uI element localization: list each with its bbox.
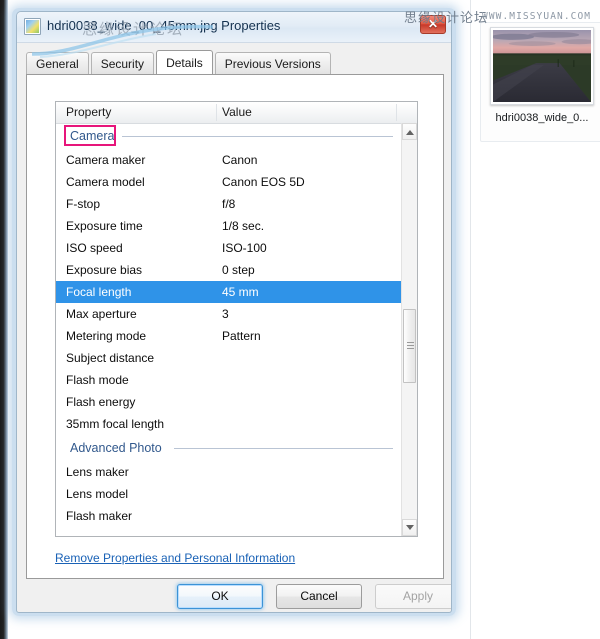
table-row[interactable]: ISO speed ISO-100 (56, 237, 401, 259)
row-property-label: ISO speed (66, 237, 123, 259)
table-row[interactable]: 35mm focal length (56, 413, 401, 435)
row-property-label: Subject distance (66, 347, 154, 369)
table-row[interactable]: Exposure bias 0 step (56, 259, 401, 281)
table-row[interactable]: F-stop f/8 (56, 193, 401, 215)
row-property-label: Metering mode (66, 325, 146, 347)
ok-button[interactable]: OK (177, 584, 263, 609)
row-value-label: 45 mm (222, 281, 259, 303)
row-property-label: F-stop (66, 193, 100, 215)
chevron-down-icon (406, 525, 414, 530)
cancel-button[interactable]: Cancel (276, 584, 362, 609)
details-tab-panel: Property Value CameraCamera makerCanonCa… (26, 74, 444, 579)
properties-dialog: hdri0038_wide_00_45mm.jpg Properties ✕ G… (16, 11, 452, 613)
dialog-title: hdri0038_wide_00_45mm.jpg Properties (47, 18, 280, 33)
group-separator-rule (122, 136, 393, 137)
row-property-label: Exposure time (66, 215, 143, 237)
row-value-label: 0 step (222, 259, 255, 281)
table-row[interactable]: Metering mode Pattern (56, 325, 401, 347)
row-property-label: Camera (70, 123, 114, 149)
row-property-label: Camera maker (66, 149, 145, 171)
row-property-label: Advanced Photo (70, 435, 162, 461)
table-row[interactable]: Flash mode (56, 369, 401, 391)
close-icon: ✕ (421, 16, 445, 33)
tab-strip: General Security Details Previous Versio… (26, 52, 451, 75)
table-row[interactable]: Lens model (56, 483, 401, 505)
row-property-label: Flash mode (66, 369, 129, 391)
tab-general[interactable]: General (26, 52, 89, 74)
remove-properties-link[interactable]: Remove Properties and Personal Informati… (55, 551, 295, 565)
row-property-label: Flash energy (66, 391, 135, 413)
thumbnail-column: hdri0038_wide_0... (480, 22, 600, 142)
explorer-pane-divider (470, 0, 471, 639)
scroll-up-button[interactable] (402, 123, 417, 140)
row-value-label: ISO-100 (222, 237, 267, 259)
row-value-label: Canon EOS 5D (222, 171, 305, 193)
thumbnail-image (493, 30, 591, 102)
column-separator-2[interactable] (396, 104, 397, 121)
row-property-label: Flash maker (66, 505, 132, 527)
column-header-value[interactable]: Value (222, 105, 252, 119)
table-row[interactable]: Lens maker (56, 461, 401, 483)
scrollbar-thumb[interactable] (403, 309, 416, 383)
row-property-label: Lens maker (66, 461, 129, 483)
image-file-icon (24, 18, 41, 35)
row-value-label: Canon (222, 149, 257, 171)
table-row[interactable]: Flash energy (56, 391, 401, 413)
tab-previous-versions[interactable]: Previous Versions (215, 52, 331, 74)
table-row[interactable]: Focal length 45 mm (56, 281, 401, 303)
scroll-down-button[interactable] (402, 519, 417, 536)
tab-details[interactable]: Details (156, 50, 213, 74)
table-row[interactable]: Exposure time 1/8 sec. (56, 215, 401, 237)
list-column-header: Property Value (56, 102, 417, 124)
row-property-label: Camera model (66, 171, 145, 193)
file-thumbnail-item[interactable]: hdri0038_wide_0... (480, 22, 600, 142)
group-separator-rule (174, 448, 393, 449)
row-value-label: Pattern (222, 325, 261, 347)
list-vertical-scrollbar[interactable] (401, 123, 417, 536)
table-row[interactable]: Camera model Canon EOS 5D (56, 171, 401, 193)
list-rows: CameraCamera maker Canon Camera model Canon… (56, 123, 401, 536)
row-property-label: 35mm focal length (66, 413, 164, 435)
row-property-label: Focal length (66, 281, 131, 303)
list-group-header[interactable]: Advanced Photo (56, 435, 401, 461)
screen-root: hdri0038_wide_0... 思缘设计论坛 WWW.MISSYUAN.C… (0, 0, 600, 639)
row-property-label: Max aperture (66, 303, 137, 325)
table-row[interactable]: Max aperture 3 (56, 303, 401, 325)
table-row[interactable]: Flash maker (56, 505, 401, 527)
list-group-header[interactable]: Camera (56, 123, 401, 149)
close-button[interactable]: ✕ (420, 15, 446, 34)
row-property-label: Lens model (66, 483, 128, 505)
dialog-titlebar[interactable]: hdri0038_wide_00_45mm.jpg Properties ✕ (17, 12, 451, 43)
row-value-label: f/8 (222, 193, 235, 215)
desktop-left-edge (0, 0, 8, 639)
tab-security[interactable]: Security (91, 52, 154, 74)
row-property-label: Exposure bias (66, 259, 142, 281)
row-value-label: 1/8 sec. (222, 215, 264, 237)
thumbnail-caption: hdri0038_wide_0... (481, 112, 600, 124)
column-separator-1[interactable] (216, 104, 217, 121)
thumbnail-frame (490, 27, 594, 105)
apply-button: Apply (375, 584, 452, 609)
column-header-property[interactable]: Property (66, 105, 111, 119)
row-value-label: 3 (222, 303, 229, 325)
chevron-up-icon (406, 130, 414, 135)
table-row[interactable]: Camera maker Canon (56, 149, 401, 171)
table-row[interactable]: Subject distance (56, 347, 401, 369)
dialog-button-bar: OK Cancel Apply (17, 584, 452, 613)
grip-icon (407, 342, 414, 350)
properties-list[interactable]: Property Value CameraCamera makerCanonCa… (55, 101, 418, 537)
